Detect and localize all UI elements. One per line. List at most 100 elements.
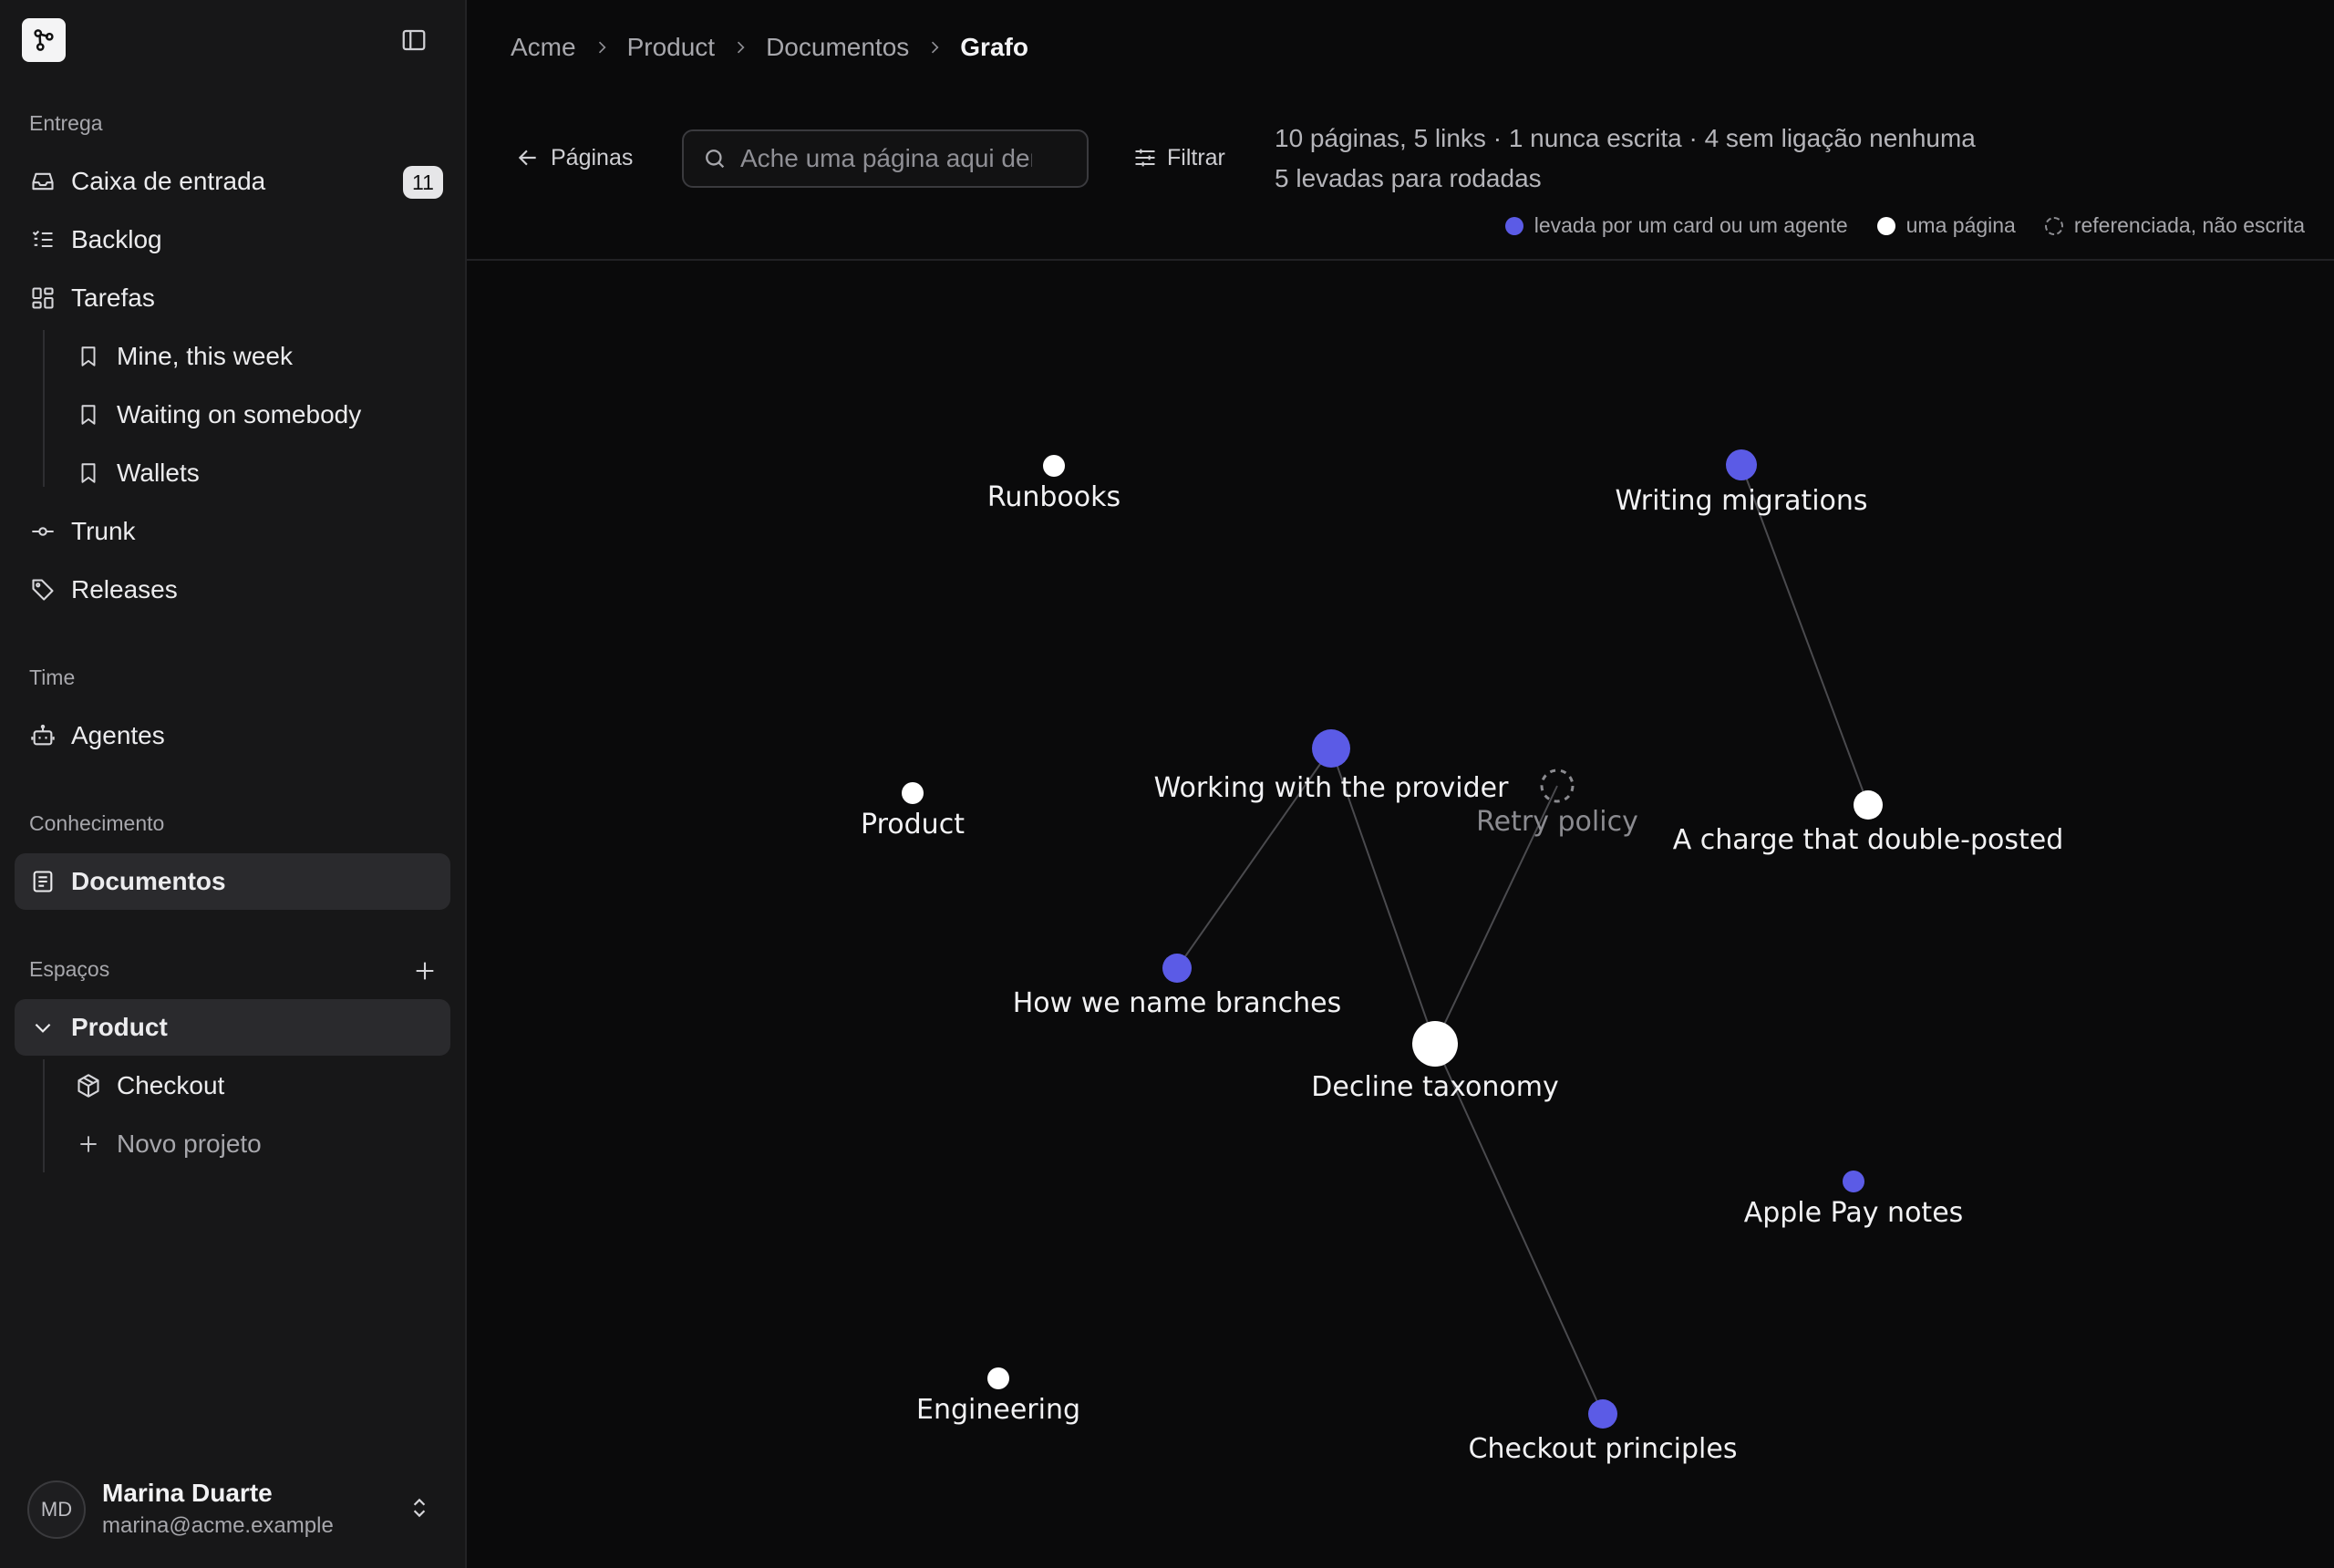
legend-item-ghost: referenciada, não escrita (2044, 213, 2305, 238)
sidebar-item-agents[interactable]: Agentes (15, 707, 450, 764)
user-menu[interactable]: MD Marina Duarte marina@acme.example (27, 1479, 447, 1541)
sliders-icon (1135, 149, 1155, 167)
graph-node-writing-migrations[interactable]: Writing migrations (1615, 449, 1868, 517)
graph-node-dot[interactable] (1726, 449, 1757, 480)
legend-item-page: uma página (1876, 213, 2016, 238)
graph-node-decline-taxonomy[interactable]: Decline taxonomy (1311, 1021, 1559, 1103)
add-space-plus-icon[interactable] (408, 954, 441, 987)
filter-button-label: Filtrar (1167, 144, 1225, 170)
graph-node-label: Apple Pay notes (1744, 1197, 1964, 1229)
section-entrega: Entrega (29, 111, 103, 135)
sidebar-item-checkout[interactable]: Checkout (15, 1057, 450, 1114)
graph-node-product[interactable]: Product (861, 782, 965, 841)
graph-node-label: Retry policy (1476, 806, 1638, 838)
graph-node-label: Runbooks (987, 481, 1121, 513)
graph-node-checkout-principles[interactable]: Checkout principles (1469, 1399, 1738, 1465)
graph-node-label: Product (861, 809, 965, 841)
avatar: MD (27, 1480, 86, 1539)
chevron-down-icon[interactable] (29, 1014, 57, 1041)
legend-item-agent: levada por um card ou um agente (1504, 213, 1848, 238)
graph-node-dot[interactable] (902, 782, 924, 804)
sidebar-item-label: Tarefas (71, 284, 155, 312)
legend-label: referenciada, não escrita (2073, 213, 2305, 237)
sidebar-item-new-project[interactable]: Novo projeto (15, 1116, 450, 1172)
sidebar-item-label: Backlog (71, 225, 162, 253)
search-icon (706, 150, 725, 169)
search-box[interactable] (682, 129, 1089, 188)
section-espacos: Espaços (29, 957, 110, 981)
graph-node-engineering[interactable]: Engineering (916, 1367, 1080, 1426)
sidebar-item-label: Product (71, 1013, 168, 1041)
graph-node-dot[interactable] (987, 1367, 1009, 1389)
graph-node-label: How we name branches (1013, 987, 1342, 1019)
graph-node-label: Writing migrations (1615, 485, 1867, 517)
sidebar-item-tasks[interactable]: Tarefas (15, 270, 450, 326)
breadcrumb-product[interactable]: Product (627, 33, 716, 62)
sidebar-item-label: Novo projeto (117, 1130, 262, 1158)
commit-icon (29, 518, 57, 545)
legend-dot-agent (1504, 216, 1523, 235)
user-email: marina@acme.example (102, 1513, 334, 1538)
sidebar: Entrega Caixa de entrada 11 Backlog Tare… (0, 0, 467, 1568)
bookmark-icon (75, 343, 102, 370)
sidebar-item-backlog[interactable]: Backlog (15, 211, 450, 268)
sidebar-item-label: Mine, this week (117, 342, 293, 370)
graph-node-dot[interactable] (1412, 1021, 1458, 1067)
inbox-count-badge: 11 (403, 166, 443, 199)
graph-stats-summary: 10 páginas, 5 links · 1 nunca escrita · … (1275, 124, 1976, 152)
breadcrumb-documentos[interactable]: Documentos (766, 33, 909, 62)
sidebar-item-label: Trunk (71, 517, 136, 545)
graph-node-working-provider[interactable]: Working with the provider (1154, 729, 1510, 804)
chevron-right-icon (593, 38, 611, 57)
document-icon (29, 868, 57, 895)
back-button-label: Páginas (551, 144, 634, 170)
app-logo[interactable] (22, 18, 66, 62)
sidebar-item-label: Caixa de entrada (71, 167, 266, 195)
sidebar-item-inbox[interactable]: Caixa de entrada 11 (15, 153, 450, 210)
graph-node-dot[interactable] (1843, 1171, 1864, 1192)
sidebar-item-mine-this-week[interactable]: Mine, this week (15, 328, 450, 385)
sidebar-toggle-icon[interactable] (398, 24, 430, 57)
sidebar-item-label: Checkout (117, 1071, 225, 1099)
sidebar-item-label: Agentes (71, 721, 165, 749)
graph-node-dot[interactable] (1312, 729, 1350, 768)
graph-node-dot[interactable] (1043, 455, 1065, 477)
legend-dot-page (1876, 216, 1895, 235)
sidebar-item-label: Waiting on somebody (117, 400, 362, 428)
graph-legend: levada por um card ou um agente uma pági… (1476, 213, 2305, 238)
filter-button[interactable]: Filtrar (1132, 139, 1225, 177)
graph-node-label: Decline taxonomy (1311, 1071, 1558, 1103)
graph-node-dot[interactable] (1162, 954, 1192, 983)
user-name: Marina Duarte (102, 1479, 273, 1507)
graph-node-runbooks[interactable]: Runbooks (987, 455, 1121, 513)
breadcrumb-acme[interactable]: Acme (511, 33, 576, 62)
graph-node-charge-double[interactable]: A charge that double-posted (1673, 790, 2064, 856)
graph-node-name-branches[interactable]: How we name branches (1013, 954, 1342, 1019)
sidebar-item-waiting[interactable]: Waiting on somebody (15, 387, 450, 443)
search-input[interactable] (740, 144, 1032, 173)
box-icon (75, 1072, 102, 1099)
page-graph[interactable]: Runbooks Writing migrations Product Working… (467, 261, 2334, 1568)
graph-node-dot[interactable] (1588, 1399, 1617, 1429)
bookmark-icon (75, 459, 102, 487)
graph-node-apple-pay[interactable]: Apple Pay notes (1744, 1171, 1964, 1229)
legend-label: uma página (1905, 213, 2016, 237)
chevrons-up-down-icon[interactable] (403, 1491, 436, 1524)
sidebar-item-releases[interactable]: Releases (15, 562, 450, 618)
graph-node-label: Checkout principles (1469, 1433, 1738, 1465)
graph-node-dot[interactable] (1854, 790, 1883, 820)
graph-node-label: Working with the provider (1154, 772, 1510, 804)
arrow-left-icon (518, 150, 536, 166)
breadcrumb: Acme Product Documentos Grafo (511, 33, 1028, 62)
sidebar-item-trunk[interactable]: Trunk (15, 503, 450, 560)
sidebar-item-label: Wallets (117, 459, 200, 487)
grid-icon (29, 284, 57, 312)
back-to-pages-button[interactable]: Páginas (516, 139, 633, 177)
bookmark-icon (75, 401, 102, 428)
list-checks-icon (29, 226, 57, 253)
chevron-right-icon (731, 38, 749, 57)
sidebar-item-space-product[interactable]: Product (15, 999, 450, 1056)
sidebar-item-wallets[interactable]: Wallets (15, 445, 450, 501)
sidebar-item-documents[interactable]: Documentos (15, 853, 450, 910)
sidebar-item-label: Documentos (71, 867, 226, 895)
